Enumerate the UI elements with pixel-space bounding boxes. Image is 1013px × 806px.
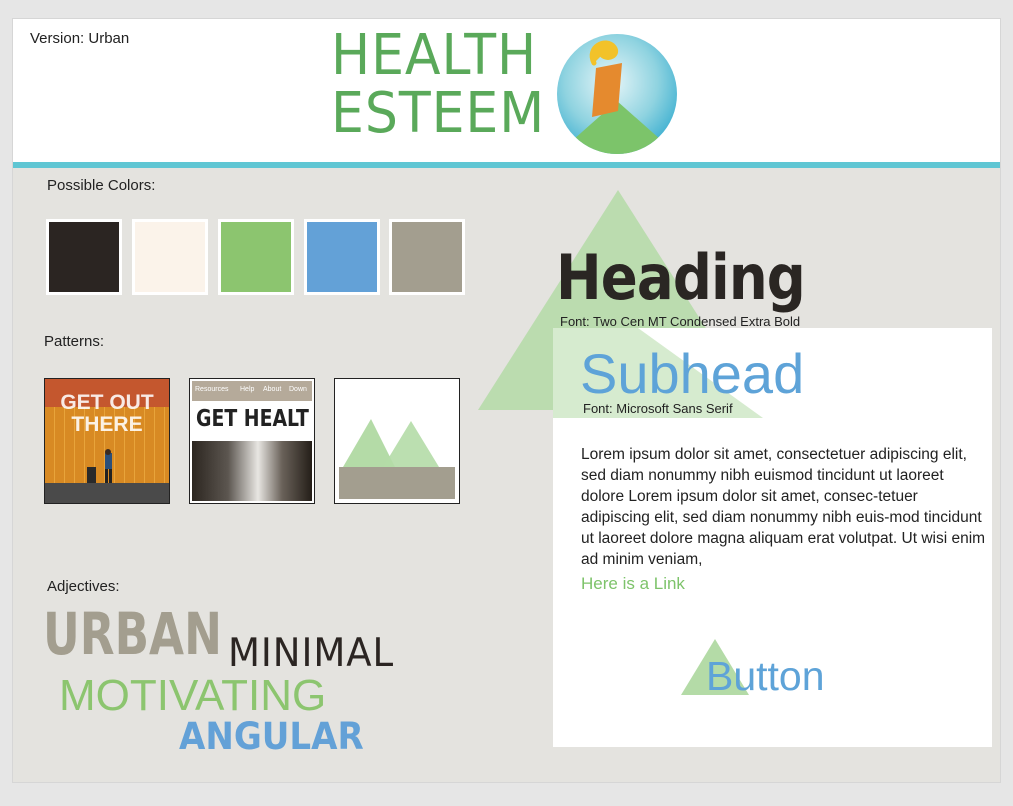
mock-nav-item: Down bbox=[289, 386, 307, 393]
adjective-motivating: MOTIVATING bbox=[59, 671, 327, 720]
adjective-urban: URBAN bbox=[43, 600, 222, 668]
heading-font-note: Font: Two Cen MT Condensed Extra Bold bbox=[560, 314, 801, 329]
header: Version: Urban HEALTH ESTEEM bbox=[13, 19, 1000, 162]
possible-colors-label: Possible Colors: bbox=[47, 177, 156, 194]
subhead-sample: Subhead bbox=[580, 342, 805, 405]
adjective-angular: ANGULAR bbox=[179, 715, 364, 758]
button-label: Button bbox=[706, 653, 825, 699]
version-label: Version: Urban bbox=[30, 30, 130, 47]
logo-wordmark: HEALTH ESTEEM bbox=[331, 27, 545, 143]
link-sample[interactable]: Here is a Link bbox=[581, 574, 685, 594]
style-tile-board: Version: Urban HEALTH ESTEEM Possible Co… bbox=[12, 18, 1001, 783]
mock-navbar: Resources Help About Down bbox=[192, 381, 312, 401]
color-swatch-dark bbox=[46, 219, 122, 295]
mock-hero-photo bbox=[192, 441, 312, 501]
people-silhouette bbox=[87, 449, 112, 483]
color-swatch-blue bbox=[304, 219, 380, 295]
button-sample[interactable]: Button bbox=[681, 637, 841, 699]
logo-icon bbox=[557, 34, 677, 154]
pattern-website-mock: Resources Help About Down GET HEALT bbox=[189, 378, 315, 504]
triangle-pattern-graphic bbox=[339, 419, 455, 499]
color-swatch-cream bbox=[132, 219, 208, 295]
logo-line-2: ESTEEM bbox=[331, 81, 546, 146]
pattern-urban-photo: GET OUT THERE bbox=[44, 378, 170, 504]
pattern-triangles bbox=[334, 378, 460, 504]
heading-sample: Heading bbox=[556, 241, 806, 314]
header-divider bbox=[13, 162, 1000, 168]
patterns-label: Patterns: bbox=[44, 333, 105, 350]
mock-title: GET HEALT bbox=[196, 406, 309, 432]
subhead-font-note: Font: Microsoft Sans Serif bbox=[583, 401, 733, 416]
mock-nav-item: About bbox=[263, 386, 282, 393]
logo-line-1: HEALTH bbox=[331, 23, 538, 88]
color-swatch-taupe bbox=[389, 219, 465, 295]
mock-nav-item: Help bbox=[240, 386, 255, 393]
mock-nav-item: Resources bbox=[195, 386, 229, 393]
adjective-minimal: MINIMAL bbox=[228, 631, 395, 676]
pattern-title: GET OUT THERE bbox=[60, 391, 154, 436]
adjectives-label: Adjectives: bbox=[47, 578, 120, 595]
body-text-sample: Lorem ipsum dolor sit amet, consectetuer… bbox=[581, 446, 986, 568]
color-swatch-green bbox=[218, 219, 294, 295]
